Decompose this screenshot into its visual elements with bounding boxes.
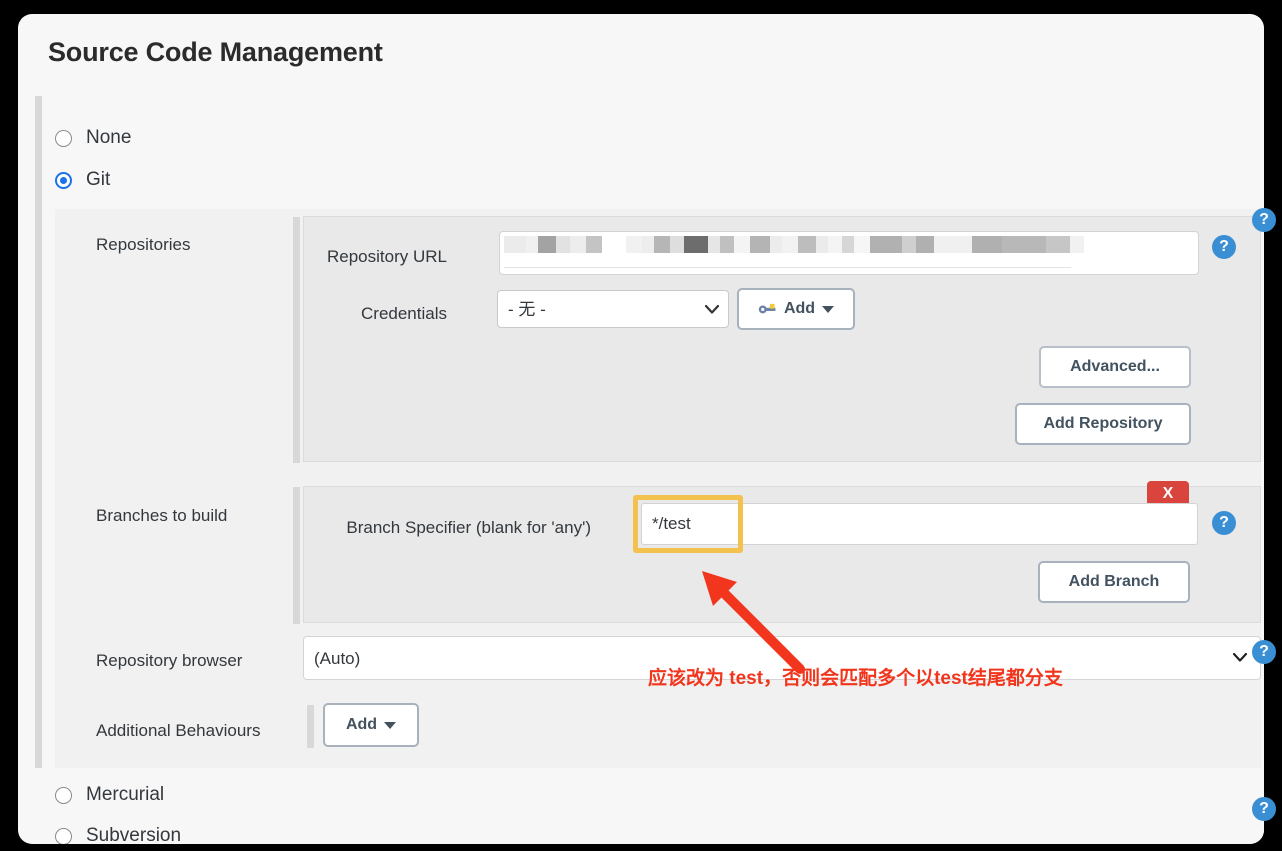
repository-url-help-icon[interactable]: ? [1212,235,1236,259]
repositories-label: Repositories [96,235,191,254]
scm-config-card: Source Code Management None Git Reposito… [18,14,1264,844]
radio-subversion[interactable] [55,827,72,844]
mosaic-block [902,236,916,253]
right-edge-help-icon-middle[interactable]: ? [1252,640,1276,664]
mosaic-block [734,236,750,253]
add-behaviour-button[interactable]: Add [323,703,419,747]
mosaic-block [720,236,734,253]
mosaic-block [798,236,816,253]
mosaic-block [602,236,626,253]
chevron-down-icon [822,305,835,313]
mosaic-block [1046,236,1070,253]
mosaic-block [504,236,526,253]
mosaic-block [1002,236,1046,253]
mosaic-block [526,236,538,253]
right-edge-help-icon-bottom[interactable]: ? [1252,797,1276,821]
page-title: Source Code Management [48,37,383,67]
add-repository-button[interactable]: Add Repository [1015,403,1191,445]
repository-url-redacted-content [504,236,1084,253]
mosaic-block [816,236,828,253]
credentials-label: Credentials [361,304,447,323]
mosaic-block [842,236,854,253]
bottom-options-strip [35,768,1264,844]
group-left-rail [35,96,42,768]
branch-specifier-input[interactable] [641,503,1198,545]
branches-to-build-label: Branches to build [96,506,228,525]
repositories-left-bar [293,217,300,463]
add-behaviour-label: Add [345,716,378,733]
key-icon [758,303,776,314]
mosaic-block [642,236,654,253]
mosaic-block [1070,236,1084,253]
radio-git[interactable] [55,171,72,189]
add-credentials-label: Add [783,300,816,317]
annotation-text: 应该改为 test，否则会匹配多个以test结尾都分支 [648,668,1063,689]
mosaic-block [854,236,870,253]
scm-radio-group: None Git Repositories Repository URL ? C… [35,96,1264,844]
radio-none-label: None [86,127,132,148]
radio-git-label: Git [86,169,111,190]
add-repository-button-label: Add Repository [1043,415,1163,432]
chevron-down-icon [384,721,397,729]
mosaic-block [626,236,642,253]
repository-url-input[interactable] [499,231,1199,275]
radio-mercurial[interactable] [55,786,72,804]
add-branch-button-label: Add Branch [1068,573,1160,590]
advanced-button-label: Advanced... [1070,358,1160,375]
scm-option-mercurial[interactable]: Mercurial [55,784,164,806]
advanced-button[interactable]: Advanced... [1039,346,1191,388]
scm-option-none[interactable]: None [55,127,131,149]
mosaic-block [828,236,842,253]
add-credentials-button[interactable]: Add [737,288,855,330]
add-branch-button[interactable]: Add Branch [1038,561,1190,603]
mosaic-block [916,236,934,253]
repository-url-label: Repository URL [327,247,447,266]
additional-behaviours-label: Additional Behaviours [96,721,261,740]
mosaic-block [654,236,670,253]
radio-subversion-label: Subversion [86,825,182,844]
scm-option-git[interactable]: Git [55,169,110,191]
credentials-select[interactable]: - 无 - [497,290,729,328]
right-edge-help-icon-top[interactable]: ? [1252,208,1276,232]
mosaic-block [972,236,1002,253]
mosaic-block [750,236,770,253]
repository-url-underline [504,267,1071,268]
radio-mercurial-label: Mercurial [86,784,165,805]
mosaic-block [570,236,586,253]
repository-browser-label: Repository browser [96,651,243,670]
mosaic-block [770,236,782,253]
mosaic-block [934,236,972,253]
mosaic-block [870,236,902,253]
branch-specifier-label: Branch Specifier (blank for 'any') [346,518,591,537]
mosaic-block [538,236,556,253]
scm-option-subversion[interactable]: Subversion [55,825,181,844]
additional-behaviours-left-bar [307,705,314,748]
mosaic-block [782,236,798,253]
mosaic-block [670,236,684,253]
screenshot-root: Source Code Management None Git Reposito… [0,0,1282,851]
radio-none[interactable] [55,129,72,147]
branch-specifier-help-icon[interactable]: ? [1212,511,1236,535]
mosaic-block [684,236,708,253]
branches-left-bar [293,487,300,624]
mosaic-block [556,236,570,253]
mosaic-block [586,236,602,253]
mosaic-block [708,236,720,253]
